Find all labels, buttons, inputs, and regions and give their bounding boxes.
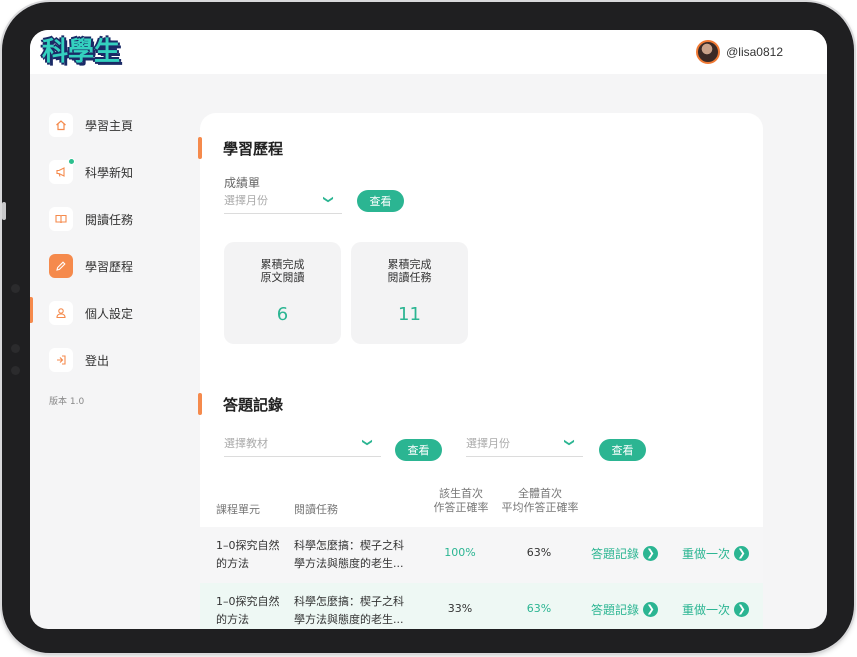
student-accuracy: 33%	[447, 602, 473, 615]
record-link[interactable]: 答題記錄 ❯	[591, 601, 659, 618]
chevron-down-icon: ❯	[322, 195, 334, 204]
material-select-placeholder: 選擇教材	[224, 437, 268, 450]
section-marker	[198, 393, 202, 415]
tablet-frame: 科學生 @lisa0812 學習主頁 科學新知 閱讀任務 學習歷程 個人設定 登…	[2, 2, 854, 653]
arrow-right-icon: ❯	[643, 546, 659, 561]
home-icon	[49, 113, 73, 137]
pencil-icon	[49, 254, 73, 278]
user-icon	[49, 301, 73, 325]
main-card: 學習歷程 成績單 選擇月份 ❯ 查看 累積完成 原文閱讀 6 累積完成 閱讀任務…	[198, 113, 763, 629]
app-screen: 科學生 @lisa0812 學習主頁 科學新知 閱讀任務 學習歷程 個人設定 登…	[30, 30, 827, 629]
sidebar-item-label: 科學新知	[85, 165, 134, 180]
sidebar-item-reading[interactable]: 閱讀任務	[49, 207, 133, 231]
sidebar-item-logout[interactable]: 登出	[49, 348, 109, 372]
stat-label-line2: 原文閱讀	[260, 271, 305, 284]
redo-link[interactable]: 重做一次 ❯	[682, 601, 750, 618]
sidebar-item-label: 個人設定	[85, 306, 134, 321]
stat-value: 11	[398, 304, 421, 325]
stat-label-line1: 累積完成	[260, 258, 305, 271]
material-select[interactable]: 選擇教材 ❯	[224, 435, 381, 457]
book-icon	[49, 207, 73, 231]
all-accuracy: 63%	[526, 602, 552, 615]
month-select[interactable]: 選擇月份 ❯	[224, 192, 342, 214]
volume-button	[2, 202, 6, 220]
arrow-right-icon: ❯	[734, 602, 750, 617]
arrow-right-icon: ❯	[734, 546, 750, 561]
unit-cell: 1–0探究自然 的方法	[216, 595, 280, 626]
sensor-dot	[11, 344, 20, 353]
sidebar-item-settings[interactable]: 個人設定	[49, 301, 133, 325]
chevron-down-icon: ❯	[361, 438, 373, 447]
task-cell: 科學怎麼搞：楔子之科 學方法與態度的老生...	[294, 595, 404, 626]
sidebar-item-news[interactable]: 科學新知	[49, 158, 134, 184]
sidebar-item-label: 登出	[85, 353, 110, 368]
section-marker	[198, 137, 202, 159]
sidebar-item-label: 學習主頁	[85, 118, 134, 133]
chevron-down-icon: ❯	[563, 438, 575, 447]
notification-badge	[68, 158, 75, 165]
username[interactable]: @lisa0812	[726, 45, 783, 59]
table-row: 1–0探究自然 的方法 科學怎麼搞：楔子之科 學方法與態度的老生... 33% …	[200, 583, 763, 629]
month-select-placeholder: 選擇月份	[224, 194, 268, 207]
stat-label-line1: 累積完成	[387, 258, 432, 271]
sidebar-item-label: 閱讀任務	[85, 212, 134, 227]
column-header-student-accuracy: 該生首次 作答正確率	[433, 487, 489, 514]
sidebar-item-learning[interactable]: 學習歷程	[49, 254, 133, 278]
app-logo[interactable]: 科學生	[42, 37, 120, 67]
column-header-all-accuracy: 全體首次 平均作答正確率	[501, 487, 579, 514]
answers-title: 答題記錄	[223, 396, 284, 414]
redo-link[interactable]: 重做一次 ❯	[682, 545, 750, 562]
arrow-right-icon: ❯	[643, 602, 659, 617]
top-bar: 科學生 @lisa0812	[30, 30, 827, 74]
user-menu[interactable]: @lisa0812	[696, 40, 783, 64]
answers-month-select[interactable]: 選擇月份 ❯	[466, 435, 583, 457]
sidebar-item-label: 學習歷程	[85, 259, 134, 274]
student-accuracy: 100%	[444, 546, 476, 559]
table-row: 1–0探究自然 的方法 科學怎麼搞：楔子之科 學方法與態度的老生... 100%…	[200, 527, 763, 583]
view-report-button[interactable]: 查看	[357, 190, 404, 212]
answers-month-placeholder: 選擇月份	[466, 437, 510, 450]
unit-cell: 1–0探究自然 的方法	[216, 539, 280, 570]
view-material-button[interactable]: 查看	[395, 439, 442, 461]
task-cell: 科學怎麼搞：楔子之科 學方法與態度的老生...	[294, 539, 404, 570]
camera-dot	[11, 284, 20, 293]
sidebar: 學習主頁 科學新知 閱讀任務 學習歷程 個人設定 登出 版本 1.0	[30, 74, 200, 629]
megaphone-icon	[49, 158, 75, 184]
report-label: 成績單	[224, 176, 261, 190]
version-text: 版本 1.0	[49, 397, 85, 407]
stat-card-articles: 累積完成 原文閱讀 6	[224, 242, 341, 344]
record-link[interactable]: 答題記錄 ❯	[591, 545, 659, 562]
avatar[interactable]	[696, 40, 721, 64]
all-accuracy: 63%	[526, 546, 552, 559]
learning-title: 學習歷程	[223, 140, 284, 158]
active-indicator	[30, 297, 33, 323]
stat-label-line2: 閱讀任務	[387, 271, 432, 284]
stat-value: 6	[276, 304, 289, 325]
column-header-unit: 課程單元	[216, 503, 260, 516]
column-header-task: 閱讀任務	[294, 503, 338, 516]
sidebar-item-home[interactable]: 學習主頁	[49, 113, 133, 137]
logout-icon	[49, 348, 73, 372]
view-month-button[interactable]: 查看	[599, 439, 646, 461]
sensor-dot	[11, 366, 20, 375]
stat-card-tasks: 累積完成 閱讀任務 11	[351, 242, 468, 344]
